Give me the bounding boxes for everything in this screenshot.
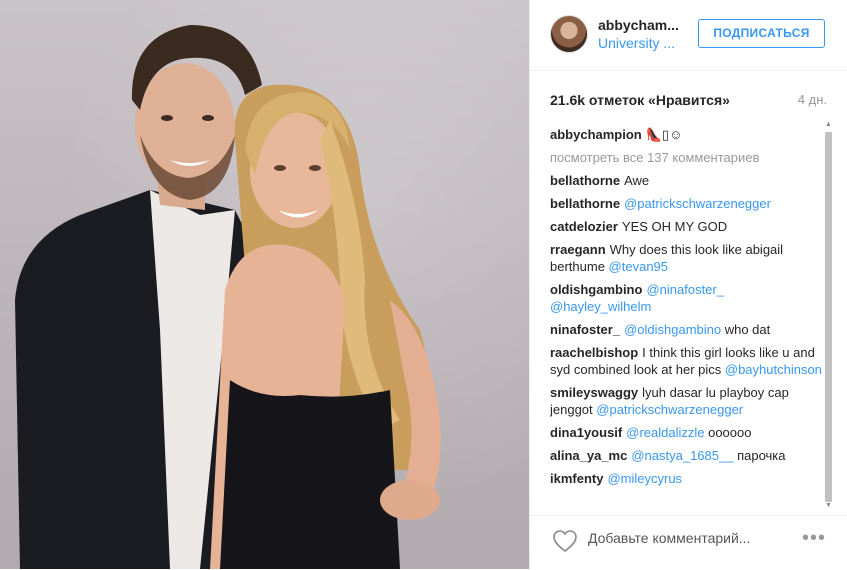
caption: abbychampion 👠▯☺ [550, 126, 822, 143]
comment-row: bellathorne Awe [550, 172, 822, 189]
comment-row: ikmfenty @mileycyrus [550, 470, 822, 487]
caption-username[interactable]: abbychampion [550, 127, 642, 142]
comment-footer: Добавьте комментарий... ••• [530, 515, 847, 570]
comment-username[interactable]: oldishgambino [550, 282, 642, 297]
comment-row: ninafoster_ @oldishgambino who dat [550, 321, 822, 338]
comment-row: smileyswaggy lyuh dasar lu playboy cap je… [550, 384, 822, 418]
heart-icon[interactable] [552, 529, 578, 553]
post-photo[interactable] [0, 0, 529, 569]
comment-mention[interactable]: @bayhutchinson [725, 362, 822, 377]
comment-username[interactable]: bellathorne [550, 173, 620, 188]
comment-row: rraegann Why does this look like abigail … [550, 241, 822, 275]
comment-mention[interactable]: @hayley_wilhelm [550, 299, 651, 314]
post-age[interactable]: 4 дн. [798, 92, 827, 107]
comment-username[interactable]: smileyswaggy [550, 385, 638, 400]
comments-scrollbar[interactable]: ▲ ▼ [824, 120, 833, 509]
comment-username[interactable]: bellathorne [550, 196, 620, 211]
comment-row: oldishgambino @ninafoster_ @hayley_wilhel… [550, 281, 822, 315]
comment-row: dina1yousif @realdalizzle oooooo [550, 424, 822, 441]
post-details-panel: abbycham... University ... ПОДПИСАТЬСЯ 2… [529, 0, 847, 569]
post-location[interactable]: University ... [598, 35, 675, 51]
comment-mention[interactable]: @mileycyrus [607, 471, 682, 486]
add-comment-input[interactable]: Добавьте комментарий... [588, 530, 750, 546]
comment-username[interactable]: alina_ya_mc [550, 448, 627, 463]
likes-row: 21.6k отметок «Нравится» 4 дн. [550, 92, 827, 108]
comment-row: catdelozier YES OH MY GOD [550, 218, 822, 235]
comment-mention[interactable]: @oldishgambino [624, 322, 721, 337]
comment-text: YES OH MY GOD [621, 219, 728, 234]
comment-username[interactable]: catdelozier [550, 219, 618, 234]
comment-username[interactable]: dina1yousif [550, 425, 622, 440]
comment-mention[interactable]: @tevan95 [609, 259, 668, 274]
comment-mention[interactable]: @patrickschwarzenegger [596, 402, 743, 417]
post-header: abbycham... University ... ПОДПИСАТЬСЯ [530, 0, 847, 71]
author-avatar[interactable] [550, 15, 588, 53]
comment-row: raachelbishop I think this girl looks lik… [550, 344, 822, 378]
comments-list: abbychampion 👠▯☺ посмотреть все 137 комме… [550, 126, 822, 507]
comment-row: alina_ya_mc @nastya_1685__ парочка [550, 447, 822, 464]
comment-mention[interactable]: @realdalizzle [626, 425, 704, 440]
comment-text: Awe [624, 173, 650, 188]
comment-row: bellathorne @patrickschwarzenegger [550, 195, 822, 212]
view-all-comments-link[interactable]: посмотреть все 137 комментариев [550, 149, 822, 166]
comment-mention[interactable]: @ninafoster_ [646, 282, 724, 297]
scrollbar-thumb[interactable] [825, 132, 832, 502]
comment-username[interactable]: ninafoster_ [550, 322, 620, 337]
comment-text: oooooo [704, 425, 752, 440]
comment-text: парочка [733, 448, 786, 463]
comment-mention[interactable]: @patrickschwarzenegger [624, 196, 771, 211]
comment-text: who dat [721, 322, 771, 337]
follow-button[interactable]: ПОДПИСАТЬСЯ [698, 19, 825, 48]
caption-text: 👠▯☺ [645, 127, 683, 142]
comment-username[interactable]: rraegann [550, 242, 606, 257]
author-username[interactable]: abbycham... [598, 17, 679, 33]
comment-container: bellathorne Awe bellathorne @patrickschwarz… [550, 172, 822, 487]
scroll-up-arrow-icon[interactable]: ▲ [824, 120, 833, 129]
photo-people-illustration [15, 25, 441, 569]
more-options-icon[interactable]: ••• [802, 527, 826, 550]
comment-mention[interactable]: @nastya_1685__ [631, 448, 733, 463]
likes-count[interactable]: 21.6k отметок «Нравится» [550, 92, 730, 108]
comment-username[interactable]: ikmfenty [550, 471, 603, 486]
comment-username[interactable]: raachelbishop [550, 345, 638, 360]
scroll-down-arrow-icon[interactable]: ▼ [824, 501, 833, 510]
instagram-post-view: abbycham... University ... ПОДПИСАТЬСЯ 2… [0, 0, 847, 569]
